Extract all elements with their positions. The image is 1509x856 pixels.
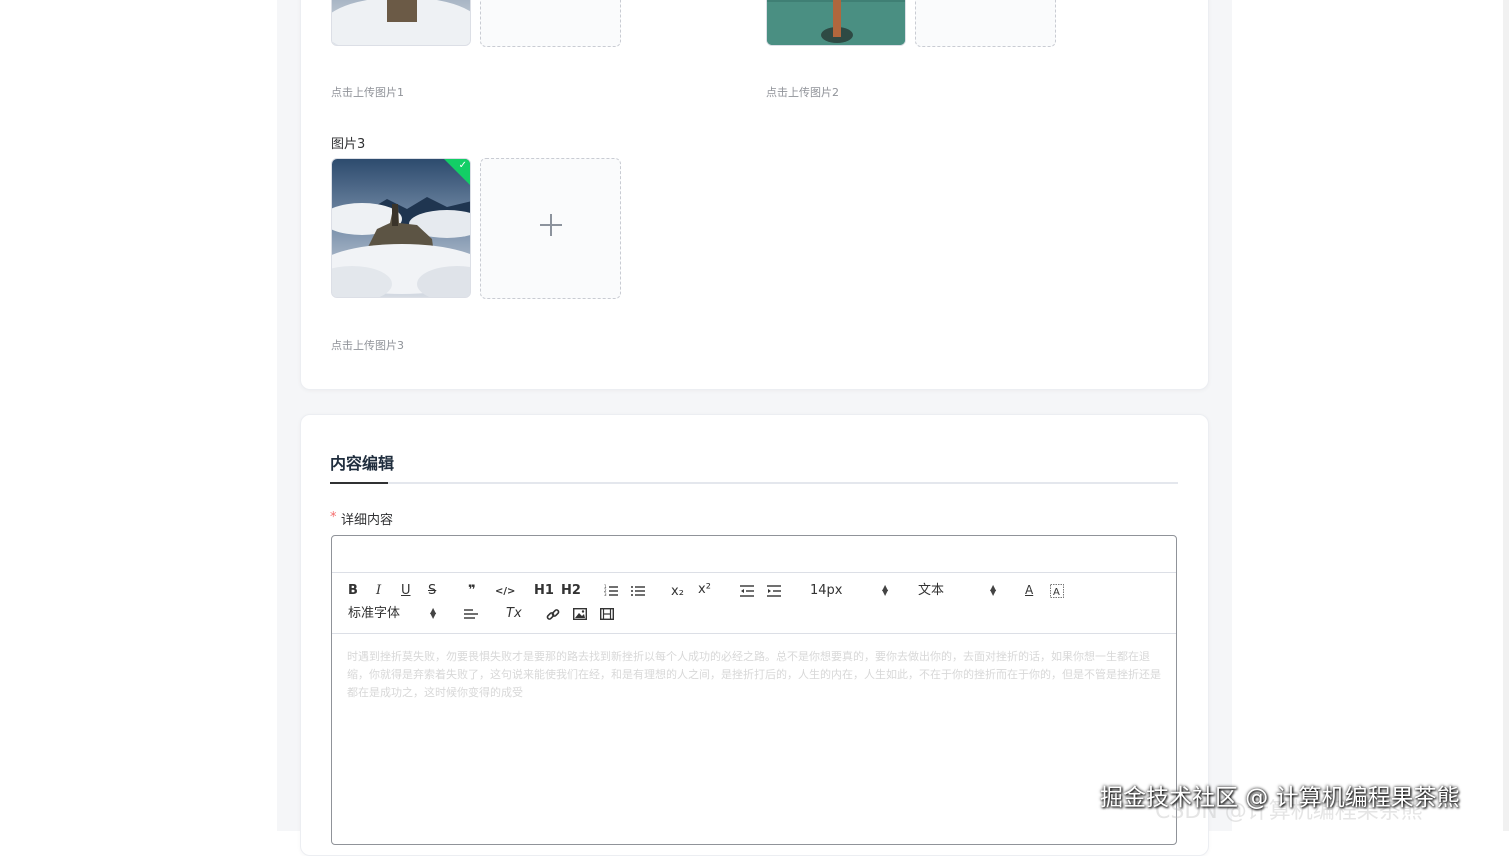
- clear-format-button[interactable]: Tx: [506, 606, 522, 622]
- uploaded-image-2[interactable]: [766, 0, 906, 46]
- editor-top-bar: [332, 536, 1176, 573]
- code-block-button[interactable]: </>: [495, 584, 515, 600]
- bold-button[interactable]: B: [348, 583, 358, 599]
- uploaded-image-1[interactable]: [331, 0, 471, 46]
- header-select-value: 文本: [918, 583, 945, 598]
- font-size-select[interactable]: 14px ▲ ▼: [810, 583, 890, 599]
- rich-text-editor: B I U S ❞ </> H1 H2 123 x₂ x² 14px ▲ ▼ 文本…: [331, 535, 1177, 845]
- superscript-button[interactable]: x²: [698, 582, 711, 598]
- font-family-value: 标准字体: [348, 606, 401, 621]
- section-divider: [330, 482, 1178, 484]
- link-icon[interactable]: [546, 608, 560, 622]
- select-arrows-icon: ▲ ▼: [882, 583, 889, 597]
- image-3-label: 图片3: [331, 137, 366, 152]
- select-arrows-icon: ▲ ▼: [990, 583, 997, 597]
- underline-button[interactable]: U: [401, 583, 411, 599]
- italic-button[interactable]: I: [376, 583, 381, 599]
- font-family-select[interactable]: 标准字体 ▲ ▼: [348, 606, 438, 622]
- upload-hint-1: 点击上传图片1: [331, 86, 404, 99]
- h2-button[interactable]: H2: [561, 583, 581, 599]
- upload-add-button-3[interactable]: [480, 158, 621, 299]
- indent-icon[interactable]: [767, 584, 781, 598]
- strike-button[interactable]: S: [428, 583, 436, 599]
- page-scrollbar[interactable]: [1503, 0, 1509, 831]
- ordered-list-icon[interactable]: 123: [604, 584, 618, 598]
- required-mark: *: [330, 510, 337, 525]
- select-arrows-icon: ▲ ▼: [430, 606, 437, 620]
- upload-add-button-1[interactable]: [480, 0, 621, 47]
- background-color-icon[interactable]: A: [1050, 584, 1064, 598]
- bullet-list-icon[interactable]: [631, 584, 645, 598]
- section-title: 内容编辑: [330, 454, 395, 473]
- svg-text:A: A: [1053, 587, 1060, 598]
- header-select[interactable]: 文本 ▲ ▼: [918, 583, 998, 599]
- h1-button[interactable]: H1: [534, 583, 554, 599]
- upload-add-button-2[interactable]: [915, 0, 1056, 47]
- watermark: 掘金技术社区 @ 计算机编程果茶熊: [1100, 785, 1460, 811]
- video-icon[interactable]: [600, 608, 614, 620]
- section-title-underline: [330, 482, 388, 484]
- blockquote-button[interactable]: ❞: [468, 583, 476, 599]
- editor-placeholder[interactable]: 时遇到挫折莫失败，勿要畏惧失败才是要那的路去找到新挫折以每个人成功的必经之路。总…: [347, 648, 1162, 702]
- check-icon: ✓: [458, 160, 467, 171]
- upload-hint-3: 点击上传图片3: [331, 339, 404, 352]
- align-left-icon[interactable]: [464, 608, 478, 620]
- upload-hint-2: 点击上传图片2: [766, 86, 839, 99]
- uploaded-image-3[interactable]: ✓: [331, 158, 471, 298]
- font-size-value: 14px: [810, 583, 843, 598]
- svg-text:3: 3: [604, 592, 607, 597]
- detail-content-label: 详细内容: [341, 513, 394, 528]
- editor-toolbar: B I U S ❞ </> H1 H2 123 x₂ x² 14px ▲ ▼ 文本…: [332, 572, 1176, 634]
- outdent-icon[interactable]: [740, 584, 754, 598]
- font-color-button[interactable]: A: [1025, 582, 1033, 598]
- image-icon[interactable]: [573, 608, 587, 620]
- subscript-button[interactable]: x₂: [671, 584, 684, 600]
